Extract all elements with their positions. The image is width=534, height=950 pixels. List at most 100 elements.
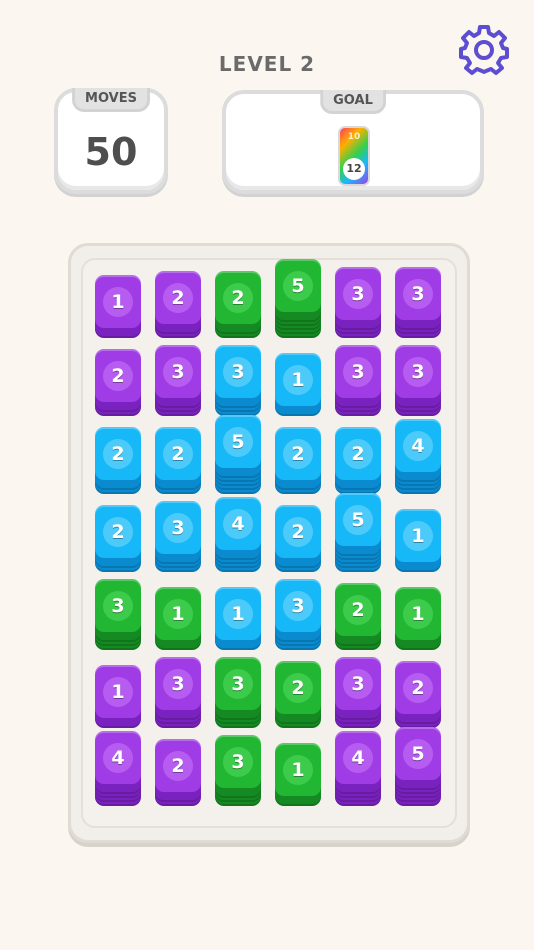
tile-stack-r3-c2[interactable]: 2	[155, 427, 201, 494]
tile-stack-r3-c4[interactable]: 2	[275, 427, 321, 494]
tile-number: 1	[163, 598, 193, 629]
tile-stack-r6-c6[interactable]: 2	[395, 661, 441, 728]
tile-number: 3	[223, 356, 253, 387]
tile-face: 1	[395, 509, 441, 562]
tile-stack-r4-c1[interactable]: 2	[95, 505, 141, 572]
tile-stack-r7-c5[interactable]: 4	[335, 731, 381, 806]
tile-number: 2	[163, 438, 193, 469]
tile-face: 4	[335, 731, 381, 784]
tile-stack-r3-c3[interactable]: 5	[215, 415, 261, 494]
tile-number: 1	[103, 286, 133, 317]
tile-face: 4	[95, 731, 141, 784]
tile-stack-r4-c2[interactable]: 3	[155, 501, 201, 572]
tile-stack-r1-c4[interactable]: 5	[275, 259, 321, 338]
tile-number: 3	[163, 356, 193, 387]
tile-number: 5	[283, 270, 313, 301]
tile-face: 1	[95, 275, 141, 328]
tile-number: 2	[103, 360, 133, 391]
tile-face: 4	[215, 497, 261, 550]
tile-number: 3	[343, 356, 373, 387]
tile-face: 1	[275, 743, 321, 796]
tile-face: 2	[155, 427, 201, 480]
tile-face: 3	[395, 345, 441, 398]
tile-number: 1	[223, 598, 253, 629]
tile-stack-r6-c2[interactable]: 3	[155, 657, 201, 728]
tile-number: 2	[163, 750, 193, 781]
tile-stack-r2-c3[interactable]: 3	[215, 345, 261, 416]
tile-face: 1	[95, 665, 141, 718]
tile-stack-r2-c6[interactable]: 3	[395, 345, 441, 416]
tile-face: 1	[155, 587, 201, 640]
tile-stack-r3-c5[interactable]: 2	[335, 427, 381, 494]
tile-stack-r4-c5[interactable]: 5	[335, 493, 381, 572]
moves-counter: 50	[84, 130, 138, 174]
tile-stack-r5-c6[interactable]: 1	[395, 587, 441, 650]
tile-stack-r3-c6[interactable]: 4	[395, 419, 441, 494]
tile-stack-r1-c1[interactable]: 1	[95, 275, 141, 338]
tile-stack-r2-c5[interactable]: 3	[335, 345, 381, 416]
tile-face: 3	[275, 579, 321, 632]
level-title: LEVEL 2	[218, 52, 316, 76]
tile-face: 2	[95, 349, 141, 402]
tile-stack-r6-c4[interactable]: 2	[275, 661, 321, 728]
tile-stack-r1-c3[interactable]: 2	[215, 271, 261, 338]
tile-stack-r5-c2[interactable]: 1	[155, 587, 201, 650]
tile-number: 2	[103, 438, 133, 469]
tile-stack-r7-c4[interactable]: 1	[275, 743, 321, 806]
tile-face: 2	[95, 427, 141, 480]
tile-number: 3	[223, 668, 253, 699]
tile-number: 1	[103, 676, 133, 707]
tile-stack-r1-c5[interactable]: 3	[335, 267, 381, 338]
tile-face: 3	[335, 657, 381, 710]
tile-stack-r6-c3[interactable]: 3	[215, 657, 261, 728]
tile-number: 4	[343, 742, 373, 773]
tile-stack-r7-c1[interactable]: 4	[95, 731, 141, 806]
tile-stack-r4-c4[interactable]: 2	[275, 505, 321, 572]
tile-stack-r6-c5[interactable]: 3	[335, 657, 381, 728]
goal-label: GOAL	[320, 90, 386, 114]
tile-stack-r5-c1[interactable]: 3	[95, 579, 141, 650]
tile-number: 3	[343, 278, 373, 309]
tile-stack-r1-c6[interactable]: 3	[395, 267, 441, 338]
tile-face: 1	[275, 353, 321, 406]
tile-stack-r5-c3[interactable]: 1	[215, 587, 261, 650]
tile-stack-r5-c5[interactable]: 2	[335, 583, 381, 650]
tile-number: 2	[223, 282, 253, 313]
tile-face: 2	[155, 271, 201, 324]
tile-face: 2	[395, 661, 441, 714]
tile-stack-r1-c2[interactable]: 2	[155, 271, 201, 338]
tile-number: 5	[403, 738, 433, 769]
tile-face: 3	[335, 267, 381, 320]
settings-button[interactable]	[458, 24, 510, 76]
tile-stack-r7-c3[interactable]: 3	[215, 735, 261, 806]
tile-face: 3	[395, 267, 441, 320]
tile-face: 3	[155, 501, 201, 554]
tile-stack-r5-c4[interactable]: 3	[275, 579, 321, 650]
tile-face: 2	[155, 739, 201, 792]
tile-stack-r2-c1[interactable]: 2	[95, 349, 141, 416]
tile-number: 2	[343, 438, 373, 469]
tile-number: 3	[343, 668, 373, 699]
tile-number: 4	[223, 508, 253, 539]
tile-number: 3	[163, 668, 193, 699]
tile-face: 3	[155, 657, 201, 710]
tile-stack-r2-c4[interactable]: 1	[275, 353, 321, 416]
tile-stack-r2-c2[interactable]: 3	[155, 345, 201, 416]
tile-stack-r3-c1[interactable]: 2	[95, 427, 141, 494]
tile-number: 5	[223, 426, 253, 457]
tile-face: 3	[215, 345, 261, 398]
tile-number: 2	[283, 438, 313, 469]
tile-stack-r4-c3[interactable]: 4	[215, 497, 261, 572]
tile-number: 2	[283, 672, 313, 703]
moves-label: MOVES	[72, 88, 150, 112]
tile-stack-r6-c1[interactable]: 1	[95, 665, 141, 728]
tile-stack-r4-c6[interactable]: 1	[395, 509, 441, 572]
tile-number: 3	[163, 512, 193, 543]
tile-stack-r7-c2[interactable]: 2	[155, 739, 201, 806]
tile-number: 2	[103, 516, 133, 547]
tile-number: 1	[403, 520, 433, 551]
tile-face: 2	[95, 505, 141, 558]
tile-face: 2	[335, 427, 381, 480]
tile-stack-r7-c6[interactable]: 5	[395, 727, 441, 806]
tile-face: 2	[215, 271, 261, 324]
